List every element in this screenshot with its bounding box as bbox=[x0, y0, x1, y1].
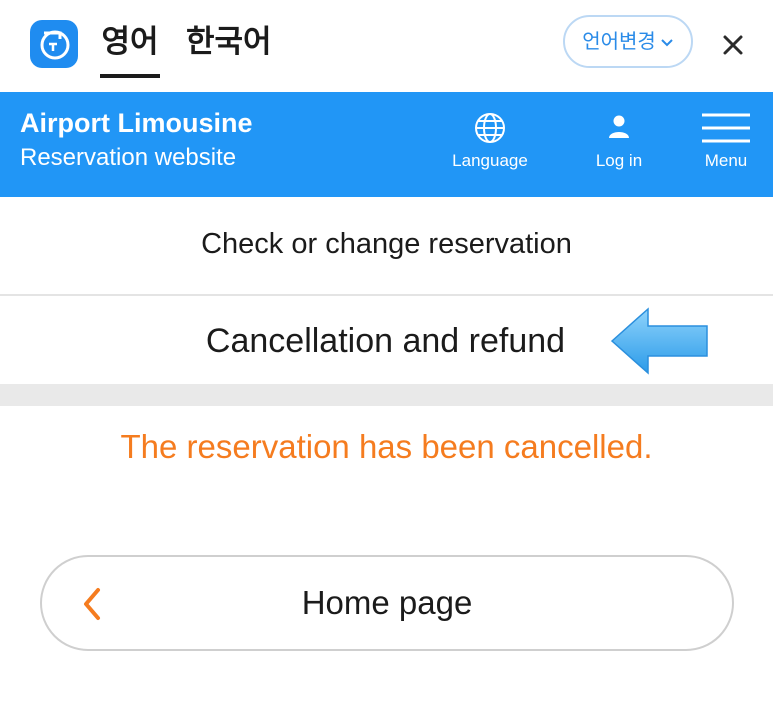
menu-button[interactable]: Menu bbox=[690, 92, 762, 197]
check-change-reservation-item[interactable]: Check or change reservation bbox=[0, 197, 773, 296]
home-page-button[interactable]: Home page bbox=[40, 555, 734, 651]
hamburger-icon bbox=[701, 112, 751, 149]
tab-english[interactable]: 영어 bbox=[100, 20, 160, 78]
page: 영어 한국어 언어변경 Airport Limousine Reservatio… bbox=[0, 0, 773, 715]
login-label: Log in bbox=[595, 151, 643, 170]
translate-bar: 영어 한국어 언어변경 bbox=[0, 0, 773, 91]
chevron-down-icon bbox=[660, 17, 674, 66]
login-button[interactable]: Log in bbox=[574, 92, 664, 197]
home-page-label: Home page bbox=[301, 584, 473, 621]
arrow-left-icon bbox=[610, 306, 710, 381]
change-language-label: 언어변경 bbox=[582, 29, 656, 53]
change-language-button[interactable]: 언어변경 bbox=[563, 15, 693, 68]
cancel-status-message: The reservation has been cancelled. bbox=[120, 428, 653, 465]
site-header: Airport Limousine Reservation website La… bbox=[0, 92, 773, 197]
language-button[interactable]: Language bbox=[440, 92, 540, 197]
site-subtitle[interactable]: Reservation website bbox=[20, 144, 236, 172]
language-label: Language bbox=[452, 151, 528, 170]
section-divider bbox=[0, 384, 773, 406]
cancellation-refund-label: Cancellation and refund bbox=[205, 322, 566, 360]
tab-korean[interactable]: 한국어 bbox=[186, 20, 272, 64]
user-icon bbox=[607, 112, 631, 145]
check-change-reservation-label: Check or change reservation bbox=[201, 228, 572, 260]
close-icon[interactable] bbox=[716, 24, 750, 64]
site-title[interactable]: Airport Limousine bbox=[20, 108, 253, 139]
menu-label: Menu bbox=[704, 151, 748, 170]
translate-app-icon[interactable] bbox=[30, 20, 78, 68]
globe-icon bbox=[474, 112, 506, 149]
